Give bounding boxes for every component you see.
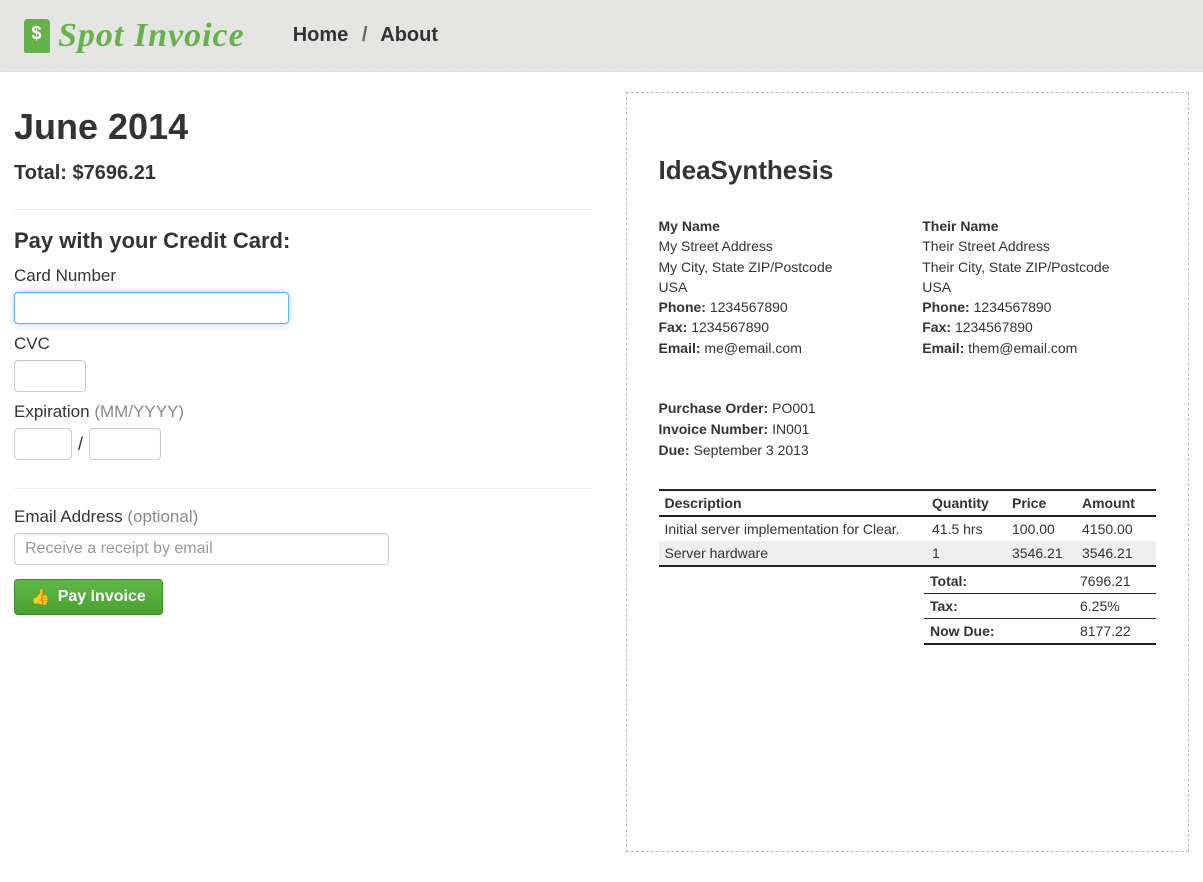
col-price: Price xyxy=(1006,490,1076,516)
total-value: $7696.21 xyxy=(73,162,156,184)
expiration-hint: (MM/YYYY) xyxy=(94,402,184,421)
top-bar: Spot Invoice Home / About xyxy=(0,0,1203,72)
from-name: My Name xyxy=(659,216,893,236)
expiration-label: Expiration (MM/YYYY) xyxy=(14,402,592,422)
totals-due-value: 8177.22 xyxy=(1074,619,1156,645)
email-input[interactable] xyxy=(14,533,389,565)
total-line: Total: $7696.21 xyxy=(14,162,592,185)
email-hint: (optional) xyxy=(127,507,198,526)
from-fax-label: Fax: xyxy=(659,319,688,335)
from-address: My Name My Street Address My City, State… xyxy=(659,216,893,358)
col-description: Description xyxy=(659,490,927,516)
invoice-company: IdeaSynthesis xyxy=(659,155,1157,186)
totals-total-label: Total: xyxy=(924,569,1074,594)
cvc-label: CVC xyxy=(14,334,592,354)
from-email-label: Email: xyxy=(659,340,701,356)
total-label: Total: xyxy=(14,162,67,184)
divider xyxy=(14,488,592,489)
cell-amt: 3546.21 xyxy=(1076,541,1156,566)
due-date-value: September 3 2013 xyxy=(694,442,809,458)
col-amount: Amount xyxy=(1076,490,1156,516)
cell-amt: 4150.00 xyxy=(1076,516,1156,541)
po-label: Purchase Order: xyxy=(659,400,769,416)
email-label-text: Email Address xyxy=(14,507,127,526)
pay-button-label: Pay Invoice xyxy=(58,588,146,606)
email-label: Email Address (optional) xyxy=(14,507,592,527)
from-fax: 1234567890 xyxy=(691,319,769,335)
totals-due-label: Now Due: xyxy=(924,619,1074,645)
divider xyxy=(14,209,592,210)
nav-about[interactable]: About xyxy=(380,24,438,46)
payment-panel: June 2014 Total: $7696.21 Pay with your … xyxy=(14,92,602,852)
exp-slash: / xyxy=(78,434,83,455)
from-phone: 1234567890 xyxy=(710,299,788,315)
from-country: USA xyxy=(659,277,893,297)
to-fax-label: Fax: xyxy=(922,319,951,335)
cell-desc: Initial server implementation for Clear. xyxy=(659,516,927,541)
from-phone-label: Phone: xyxy=(659,299,706,315)
inv-number-value: IN001 xyxy=(772,421,809,437)
brand: Spot Invoice xyxy=(24,17,245,55)
cell-price: 100.00 xyxy=(1006,516,1076,541)
inv-number-label: Invoice Number: xyxy=(659,421,769,437)
from-street: My Street Address xyxy=(659,236,893,256)
exp-month-input[interactable] xyxy=(14,428,72,460)
from-email: me@email.com xyxy=(704,340,801,356)
brand-name: Spot Invoice xyxy=(58,17,245,55)
invoice-period-title: June 2014 xyxy=(14,106,592,148)
cell-price: 3546.21 xyxy=(1006,541,1076,566)
card-number-input[interactable] xyxy=(14,292,289,324)
pay-header: Pay with your Credit Card: xyxy=(14,228,592,254)
pay-invoice-button[interactable]: 👍 Pay Invoice xyxy=(14,579,163,615)
to-address: Their Name Their Street Address Their Ci… xyxy=(922,216,1156,358)
to-city: Their City, State ZIP/Postcode xyxy=(922,257,1156,277)
to-street: Their Street Address xyxy=(922,236,1156,256)
to-email-label: Email: xyxy=(922,340,964,356)
table-row: Initial server implementation for Clear.… xyxy=(659,516,1157,541)
expiration-label-text: Expiration xyxy=(14,402,94,421)
nav-home[interactable]: Home xyxy=(293,24,349,46)
cell-qty: 41.5 hrs xyxy=(926,516,1006,541)
totals-total-value: 7696.21 xyxy=(1074,569,1156,594)
nav: Home / About xyxy=(293,24,438,47)
invoice-meta: Purchase Order: PO001 Invoice Number: IN… xyxy=(659,398,1157,461)
logo-icon xyxy=(24,19,50,53)
to-phone-label: Phone: xyxy=(922,299,969,315)
table-row: Server hardware 1 3546.21 3546.21 xyxy=(659,541,1157,566)
to-country: USA xyxy=(922,277,1156,297)
po-value: PO001 xyxy=(772,400,816,416)
totals-tax-label: Tax: xyxy=(924,594,1074,619)
cell-desc: Server hardware xyxy=(659,541,927,566)
from-city: My City, State ZIP/Postcode xyxy=(659,257,893,277)
nav-separator: / xyxy=(362,24,368,46)
exp-year-input[interactable] xyxy=(89,428,161,460)
due-date-label: Due: xyxy=(659,442,690,458)
to-fax: 1234567890 xyxy=(955,319,1033,335)
totals-table: Total: 7696.21 Tax: 6.25% Now Due: 8177.… xyxy=(924,569,1156,645)
cell-qty: 1 xyxy=(926,541,1006,566)
col-quantity: Quantity xyxy=(926,490,1006,516)
cvc-input[interactable] xyxy=(14,360,86,392)
to-name: Their Name xyxy=(922,216,1156,236)
card-number-label: Card Number xyxy=(14,266,592,286)
to-email: them@email.com xyxy=(968,340,1077,356)
to-phone: 1234567890 xyxy=(974,299,1052,315)
line-items-table: Description Quantity Price Amount Initia… xyxy=(659,489,1157,567)
invoice-preview: IdeaSynthesis My Name My Street Address … xyxy=(626,92,1190,852)
thumbs-up-icon: 👍 xyxy=(31,590,50,605)
totals-tax-value: 6.25% xyxy=(1074,594,1156,619)
